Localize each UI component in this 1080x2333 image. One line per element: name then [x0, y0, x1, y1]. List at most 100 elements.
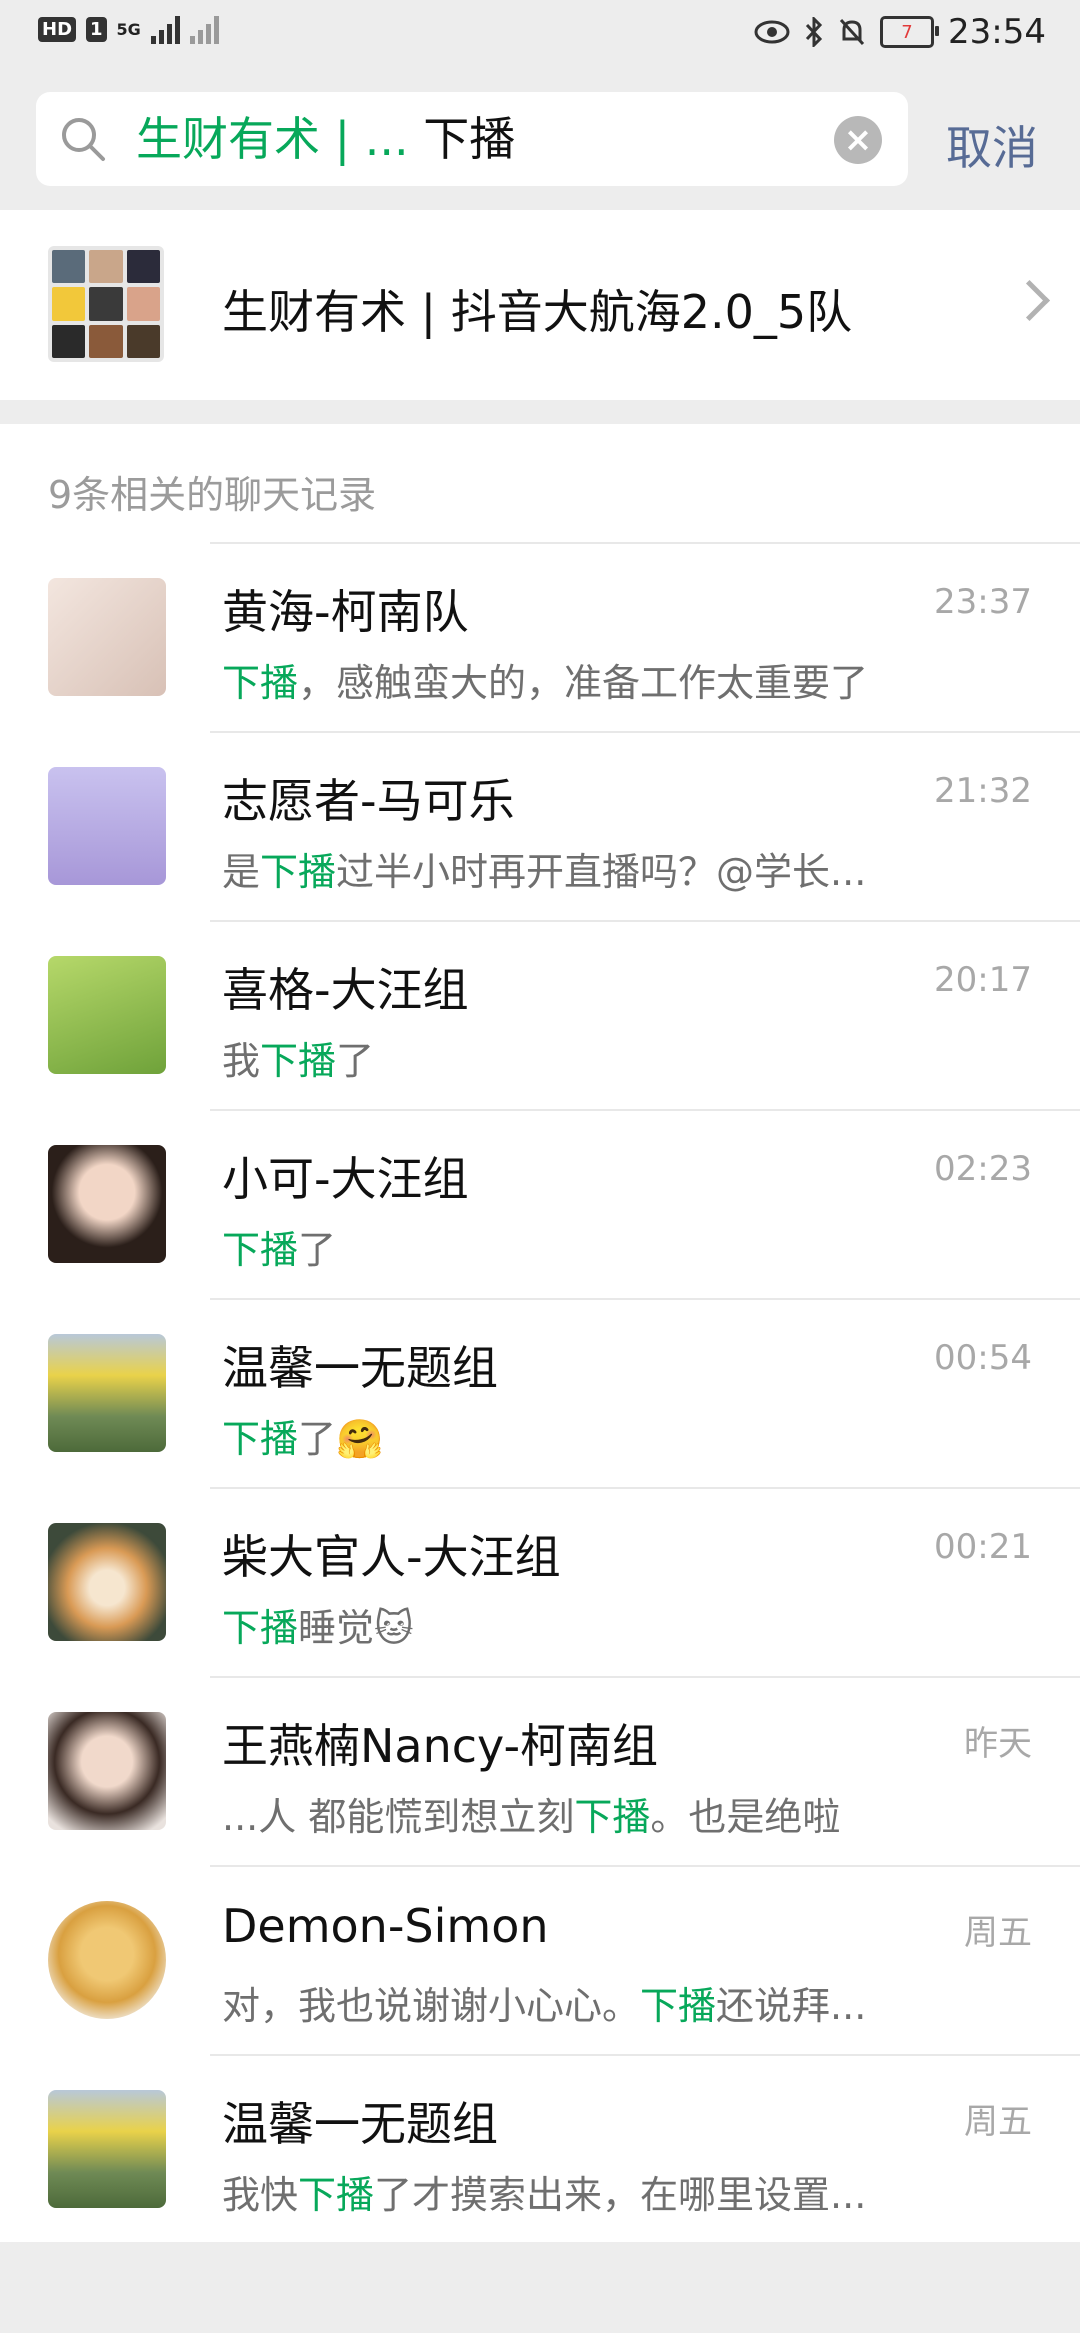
search-query-prefix: 生财有术 | ...: [136, 112, 409, 166]
message-snippet: 下播了: [222, 1219, 336, 1274]
divider: [210, 1487, 1080, 1489]
contact-name: 志愿者-马可乐: [222, 774, 515, 828]
divider: [210, 2054, 1080, 2056]
search-query[interactable]: 生财有术 | ... 下播: [136, 110, 515, 168]
snippet-pre: ...人 都能慌到想立刻: [222, 1795, 575, 1839]
cancel-button[interactable]: 取消: [946, 112, 1038, 178]
chat-results: 9条相关的聊天记录 黄海-柯南队 23:37 下播，感触蛮大的，准备工作太重要了…: [0, 424, 1080, 2242]
contact-name: 黄海-柯南队: [222, 585, 469, 639]
avatar: [48, 767, 166, 885]
message-time: 21:32: [934, 771, 1032, 811]
search-input[interactable]: 生财有术 | ... 下播 ×: [36, 92, 908, 186]
chat-result-row[interactable]: 柴大官人-大汪组 00:21 下播睡觉🐱: [0, 1487, 1080, 1676]
results-header: 9条相关的聊天记录: [48, 473, 377, 517]
clock: 23:54: [948, 12, 1046, 52]
chevron-right-icon: [1008, 279, 1051, 322]
snippet-pre: 对，我也说谢谢小心心。: [222, 1984, 641, 2028]
chat-result-row[interactable]: 温馨一无题组 周五 我快下播了才摸索出来，在哪里设置...: [0, 2054, 1080, 2243]
avatar: [48, 1145, 166, 1263]
hd-badge: HD: [38, 16, 77, 42]
contact-name: 王燕楠Nancy-柯南组: [222, 1719, 659, 1773]
chat-result-row[interactable]: 喜格-大汪组 20:17 我下播了: [0, 920, 1080, 1109]
contact-name: 温馨一无题组: [222, 1341, 498, 1395]
message-snippet: 下播，感触蛮大的，准备工作太重要了: [222, 652, 868, 707]
clear-search-button[interactable]: ×: [834, 116, 882, 164]
signal-icon: [150, 14, 180, 44]
network-type: 5G: [116, 19, 141, 39]
message-snippet: 下播了🤗: [222, 1408, 383, 1463]
snippet-pre: 我: [222, 1039, 261, 1083]
snippet-keyword: 下播: [222, 661, 299, 705]
snippet-post: 睡觉🐱: [298, 1606, 414, 1650]
contact-name: 柴大官人-大汪组: [222, 1530, 561, 1584]
snippet-keyword: 下播: [260, 850, 337, 894]
snippet-pre: 我快: [222, 2173, 299, 2217]
divider: [210, 542, 1080, 544]
battery-level: 7: [901, 21, 913, 43]
snippet-keyword: 下播: [640, 1984, 717, 2028]
message-time: 周五: [964, 2102, 1032, 2142]
chat-result-row[interactable]: 黄海-柯南队 23:37 下播，感触蛮大的，准备工作太重要了: [0, 542, 1080, 731]
chat-result-row[interactable]: 小可-大汪组 02:23 下播了: [0, 1109, 1080, 1298]
group-chat-entry[interactable]: 生财有术 | 抖音大航海2.0_5队: [0, 210, 1080, 400]
chat-result-row[interactable]: 温馨一无题组 00:54 下播了🤗: [0, 1298, 1080, 1487]
snippet-post: 。也是绝啦: [650, 1795, 841, 1839]
message-snippet: 下播睡觉🐱: [222, 1597, 414, 1652]
contact-name: 温馨一无题组: [222, 2097, 498, 2151]
message-time: 昨天: [964, 1724, 1032, 1764]
snippet-keyword: 下播: [260, 1039, 337, 1083]
message-time: 00:54: [934, 1338, 1032, 1378]
snippet-post: ，感触蛮大的，准备工作太重要了: [298, 661, 869, 705]
contact-name: 喜格-大汪组: [222, 963, 469, 1017]
message-time: 02:23: [934, 1149, 1032, 1189]
avatar: [48, 1712, 166, 1830]
message-time: 23:37: [934, 582, 1032, 622]
snippet-keyword: 下播: [298, 2173, 375, 2217]
snippet-keyword: 下播: [574, 1795, 651, 1839]
message-snippet: 是下播过半小时再开直播吗？@学长...: [222, 841, 866, 896]
contact-name: Demon-Simon: [222, 1899, 549, 1953]
search-icon: [62, 118, 105, 161]
eye-icon: [754, 20, 790, 44]
chat-result-row[interactable]: Demon-Simon 周五 对，我也说谢谢小心心。下播还说拜...: [0, 1865, 1080, 2054]
group-avatar: [48, 246, 164, 362]
avatar: [48, 1334, 166, 1452]
message-snippet: 我快下播了才摸索出来，在哪里设置...: [222, 2164, 866, 2219]
status-right: 7 23:54: [754, 12, 1046, 52]
avatar: [48, 956, 166, 1074]
status-bar: HD 1 5G 7 23:54: [0, 0, 1080, 70]
status-left: HD 1 5G: [38, 14, 219, 44]
divider: [210, 920, 1080, 922]
message-time: 20:17: [934, 960, 1032, 1000]
avatar: [48, 578, 166, 696]
battery-icon: 7: [880, 16, 940, 48]
signal-2-icon: [189, 14, 219, 44]
snippet-post: 了: [298, 1228, 337, 1272]
snippet-post: 了才摸索出来，在哪里设置...: [374, 2173, 867, 2217]
snippet-pre: 是: [222, 850, 261, 894]
contact-name: 小可-大汪组: [222, 1152, 469, 1206]
snippet-post: 了🤗: [298, 1417, 384, 1461]
divider: [210, 1298, 1080, 1300]
snippet-post: 还说拜...: [716, 1984, 867, 2028]
snippet-keyword: 下播: [222, 1606, 299, 1650]
divider: [210, 731, 1080, 733]
snippet-keyword: 下播: [222, 1228, 299, 1272]
chat-result-row[interactable]: 志愿者-马可乐 21:32 是下播过半小时再开直播吗？@学长...: [0, 731, 1080, 920]
message-time: 周五: [964, 1913, 1032, 1953]
avatar: [48, 2090, 166, 2208]
search-bar: 生财有术 | ... 下播 × 取消: [0, 70, 1080, 210]
message-time: 00:21: [934, 1527, 1032, 1567]
message-snippet: 我下播了: [222, 1030, 374, 1085]
divider: [210, 1865, 1080, 1867]
bluetooth-icon: [805, 17, 823, 47]
divider: [210, 1676, 1080, 1678]
snippet-post: 过半小时再开直播吗？@学长...: [336, 850, 867, 894]
chat-result-row[interactable]: 王燕楠Nancy-柯南组 昨天 ...人 都能慌到想立刻下播。也是绝啦: [0, 1676, 1080, 1865]
message-snippet: 对，我也说谢谢小心心。下播还说拜...: [222, 1975, 866, 2030]
message-snippet: ...人 都能慌到想立刻下播。也是绝啦: [222, 1786, 840, 1841]
group-name: 生财有术 | 抖音大航海2.0_5队: [222, 285, 853, 339]
mute-bell-icon: [839, 18, 865, 46]
avatar: [48, 1901, 166, 2019]
snippet-post: 了: [336, 1039, 375, 1083]
